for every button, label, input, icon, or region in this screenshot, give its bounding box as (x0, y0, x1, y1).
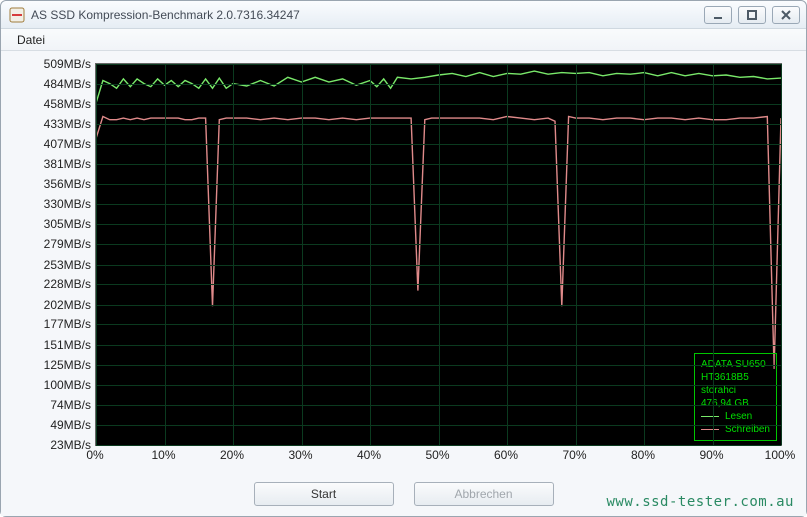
minimize-button[interactable] (704, 6, 732, 24)
chart: 23MB/s 49MB/s 74MB/s 100MB/s 125MB/s 151MB/s 1… (17, 57, 790, 468)
maximize-button[interactable] (738, 6, 766, 24)
x-tick-label: 50% (425, 448, 449, 462)
legend-label: Lesen (725, 410, 752, 423)
x-tick-label: 100% (765, 448, 796, 462)
y-tick-label: 202MB/s (17, 298, 91, 312)
x-tick-label: 20% (220, 448, 244, 462)
y-tick-label: 407MB/s (17, 137, 91, 151)
x-tick-label: 70% (562, 448, 586, 462)
y-tick-label: 279MB/s (17, 237, 91, 251)
app-icon (9, 7, 25, 23)
window-title: AS SSD Kompression-Benchmark 2.0.7316.34… (31, 8, 300, 22)
info-line: storahci (701, 384, 770, 397)
y-tick-label: 151MB/s (17, 338, 91, 352)
legend-swatch (701, 429, 719, 430)
y-tick-label: 330MB/s (17, 197, 91, 211)
y-tick-label: 381MB/s (17, 157, 91, 171)
legend-item: Lesen (701, 410, 770, 423)
menu-datei[interactable]: Datei (9, 31, 53, 49)
y-tick-label: 125MB/s (17, 358, 91, 372)
y-tick-label: 509MB/s (17, 57, 91, 71)
info-line: 476,94 GB (701, 397, 770, 410)
legend-box: ADATA SU650HT3618B5storahci476,94 GB Les… (694, 353, 777, 441)
abort-button: Abbrechen (414, 482, 554, 506)
x-tick-label: 10% (151, 448, 175, 462)
info-line: HT3618B5 (701, 371, 770, 384)
y-tick-label: 100MB/s (17, 378, 91, 392)
y-tick-label: 458MB/s (17, 97, 91, 111)
y-tick-label: 253MB/s (17, 258, 91, 272)
y-tick-label: 433MB/s (17, 117, 91, 131)
x-tick-label: 40% (357, 448, 381, 462)
x-tick-label: 60% (494, 448, 518, 462)
y-tick-label: 23MB/s (17, 438, 91, 452)
y-tick-label: 177MB/s (17, 317, 91, 331)
x-tick-label: 0% (86, 448, 103, 462)
legend-swatch (701, 416, 719, 417)
y-tick-label: 74MB/s (17, 398, 91, 412)
y-tick-label: 356MB/s (17, 177, 91, 191)
close-button[interactable] (772, 6, 800, 24)
x-tick-label: 80% (631, 448, 655, 462)
watermark: www.ssd-tester.com.au (606, 494, 794, 510)
y-tick-label: 49MB/s (17, 418, 91, 432)
plot-surface: ADATA SU650HT3618B5storahci476,94 GB Les… (95, 63, 782, 446)
y-tick-label: 228MB/s (17, 277, 91, 291)
y-tick-label: 305MB/s (17, 217, 91, 231)
start-button[interactable]: Start (254, 482, 394, 506)
x-tick-label: 90% (699, 448, 723, 462)
y-tick-label: 484MB/s (17, 77, 91, 91)
x-tick-label: 30% (288, 448, 312, 462)
